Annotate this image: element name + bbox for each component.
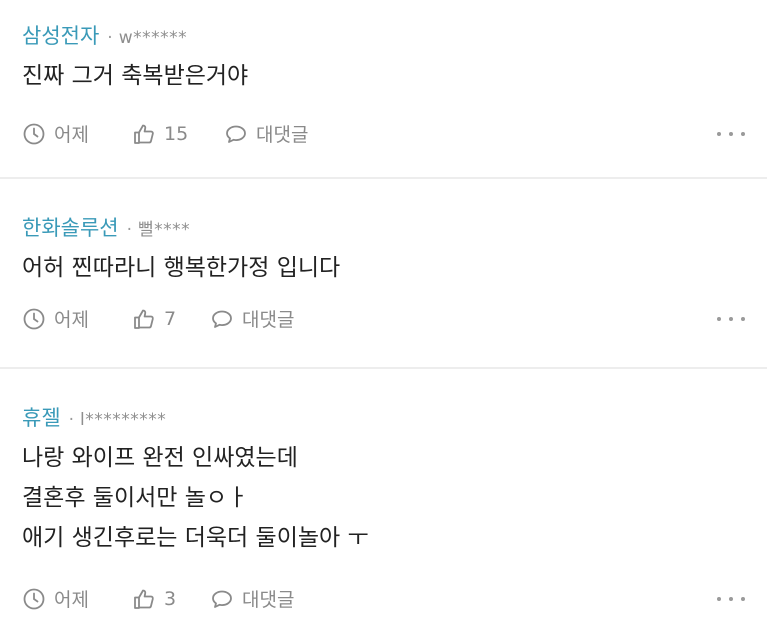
separator-dot: · xyxy=(68,410,75,430)
author-name: l********* xyxy=(80,410,167,430)
like-button[interactable]: 3 xyxy=(132,587,210,611)
comment-body: 진짜 그거 축복받은거야 xyxy=(22,56,745,96)
company-name[interactable]: 한화솔루션 xyxy=(22,212,119,242)
comment-text-line: 나랑 와이프 완전 인싸였는데 xyxy=(22,445,298,471)
more-dot xyxy=(729,596,733,601)
comment-actions: 어제 7 대댓글 xyxy=(22,305,745,332)
more-options-button[interactable] xyxy=(717,124,745,144)
more-horizontal-icon xyxy=(717,131,721,136)
comment-header: 삼성전자 · w****** xyxy=(22,20,745,50)
comment-text-line: 애기 생긴후로는 더욱더 둘이놀아 ㅜ xyxy=(22,525,369,551)
comment-text-line: 결혼후 둘이서만 놀ㅇㅏ xyxy=(22,485,249,511)
comment-item: 휴젤 · l********* 나랑 와이프 완전 인싸였는데 결혼후 둘이서만… xyxy=(0,369,767,629)
comment-header: 한화솔루션 · 뻘**** xyxy=(22,212,745,242)
reply-button[interactable]: 대댓글 xyxy=(210,305,294,332)
comment-item: 한화솔루션 · 뻘**** 어허 찐따라니 행복한가정 입니다 어제 7 대댓글 xyxy=(0,179,767,367)
more-options-button[interactable] xyxy=(717,589,745,609)
reply-label: 대댓글 xyxy=(242,589,295,611)
more-horizontal-icon xyxy=(717,596,721,601)
comment-body: 나랑 와이프 완전 인싸였는데 결혼후 둘이서만 놀ㅇㅏ 애기 생긴후로는 더욱… xyxy=(22,438,745,558)
more-horizontal-icon xyxy=(717,316,721,321)
reply-label: 대댓글 xyxy=(242,309,295,331)
like-count: 7 xyxy=(164,307,177,330)
speech-bubble-icon xyxy=(212,590,232,608)
thumbs-up-icon xyxy=(134,589,154,609)
reply-button[interactable]: 대댓글 xyxy=(210,585,294,612)
author-name: w****** xyxy=(118,28,188,48)
comment-actions: 어제 15 대댓글 xyxy=(22,120,745,147)
comment-body: 어허 찐따라니 행복한가정 입니다 xyxy=(22,248,745,288)
more-dot xyxy=(741,316,745,321)
thumbs-up-icon xyxy=(134,309,154,329)
like-count: 3 xyxy=(164,587,177,610)
like-button[interactable]: 15 xyxy=(132,122,224,146)
timestamp-text: 어제 xyxy=(54,589,89,611)
thumbs-up-icon xyxy=(134,124,154,144)
comment-item: 삼성전자 · w****** 진짜 그거 축복받은거야 어제 15 대댓글 xyxy=(0,0,767,177)
separator-dot: · xyxy=(107,28,113,48)
clock-icon xyxy=(23,308,45,329)
more-dot xyxy=(741,596,745,601)
comment-header: 휴젤 · l********* xyxy=(22,402,745,432)
speech-bubble-icon xyxy=(226,125,246,143)
more-dot xyxy=(741,131,745,136)
company-name[interactable]: 삼성전자 xyxy=(22,20,99,50)
timestamp-text: 어제 xyxy=(54,309,89,331)
more-options-button[interactable] xyxy=(717,309,745,329)
like-count: 15 xyxy=(164,122,189,145)
clock-icon xyxy=(23,588,45,609)
comment-actions: 어제 3 대댓글 xyxy=(22,585,745,612)
comment-text-line: 진짜 그거 축복받은거야 xyxy=(22,63,249,89)
author-name: 뻘**** xyxy=(138,220,191,240)
timestamp: 어제 xyxy=(22,305,132,332)
more-dot xyxy=(729,316,733,321)
reply-label: 대댓글 xyxy=(256,124,309,146)
like-button[interactable]: 7 xyxy=(132,307,210,331)
comment-text-line: 어허 찐따라니 행복한가정 입니다 xyxy=(22,255,341,281)
timestamp: 어제 xyxy=(22,585,132,612)
company-name[interactable]: 휴젤 xyxy=(22,402,61,432)
separator-dot: · xyxy=(126,220,133,240)
speech-bubble-icon xyxy=(212,310,232,328)
clock-icon xyxy=(23,123,45,144)
reply-button[interactable]: 대댓글 xyxy=(224,120,308,147)
timestamp-text: 어제 xyxy=(54,124,89,146)
more-dot xyxy=(729,131,733,136)
timestamp: 어제 xyxy=(22,120,132,147)
